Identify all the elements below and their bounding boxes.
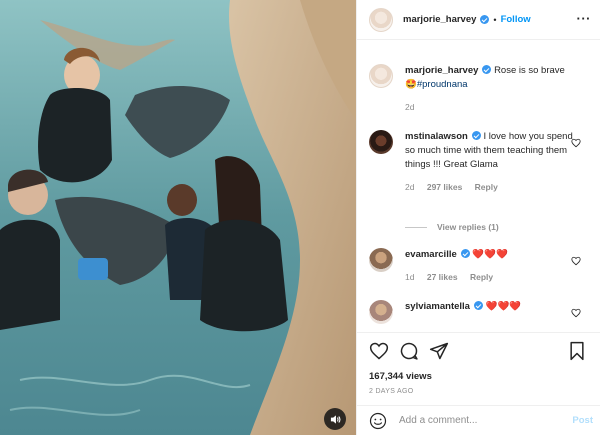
comment-meta: 1d 27 likes Reply xyxy=(405,270,575,284)
comment-input[interactable] xyxy=(399,415,559,426)
caption-username[interactable]: marjorie_harvey xyxy=(405,65,478,76)
avatar[interactable] xyxy=(369,248,393,272)
audio-toggle-button[interactable] xyxy=(324,408,346,430)
view-replies-button[interactable]: View replies (1) xyxy=(405,222,499,232)
emoji-smiley-icon[interactable] xyxy=(369,412,387,430)
video-frame-image xyxy=(0,0,356,435)
author-username[interactable]: marjorie_harvey xyxy=(403,14,476,25)
reply-button[interactable]: Reply xyxy=(475,182,498,192)
avatar[interactable] xyxy=(369,64,393,88)
hashtag-link[interactable]: #proudnana xyxy=(417,79,468,90)
verified-badge-icon xyxy=(482,65,492,74)
comment-username[interactable]: sylviamantella xyxy=(405,301,470,312)
action-bar: 167,344 views 2 DAYS AGO xyxy=(357,332,600,395)
verified-badge-icon xyxy=(471,131,481,140)
reply-button[interactable]: Reply xyxy=(470,272,493,282)
views-count[interactable]: 167,344 views xyxy=(369,371,589,382)
caption-text: Rose is so brave xyxy=(494,65,565,76)
replies-divider xyxy=(405,227,427,229)
comment-time[interactable]: 1d xyxy=(405,272,414,282)
separator-dot: • xyxy=(493,14,497,25)
post-side-panel: marjorie_harvey • Follow ··· marjorie_ha… xyxy=(356,0,600,435)
follow-button[interactable]: Follow xyxy=(501,14,531,25)
post-video[interactable] xyxy=(0,0,356,435)
verified-badge-icon xyxy=(473,301,483,310)
comment-bubble-icon[interactable] xyxy=(399,341,419,361)
more-dots-icon[interactable]: ··· xyxy=(577,12,592,26)
comments-list[interactable]: marjorie_harvey Rose is so brave 🤩#proud… xyxy=(357,40,600,330)
post-header: marjorie_harvey • Follow ··· xyxy=(357,0,600,40)
caption-meta: 2d xyxy=(405,100,575,114)
action-icons xyxy=(369,341,589,365)
comment-text: ❤️❤️❤️ xyxy=(472,249,508,260)
like-comment-heart-icon[interactable] xyxy=(571,138,581,148)
avatar[interactable] xyxy=(369,7,393,32)
like-comment-heart-icon[interactable] xyxy=(571,308,581,318)
comment-meta: 2d 297 likes Reply xyxy=(405,180,575,194)
view-replies-label: View replies (1) xyxy=(437,222,499,232)
verified-badge-icon xyxy=(480,15,490,24)
comment-body: sylviamantella ❤️❤️❤️ xyxy=(405,300,575,314)
comment-likes[interactable]: 297 likes xyxy=(427,182,462,192)
instagram-post: marjorie_harvey • Follow ··· marjorie_ha… xyxy=(0,0,600,435)
comment-body: mstinalawson I love how you spend so muc… xyxy=(405,130,575,194)
comment-composer: Post xyxy=(357,405,600,435)
like-heart-icon[interactable] xyxy=(369,341,389,361)
post-timestamp[interactable]: 2 DAYS AGO xyxy=(369,388,589,395)
like-comment-heart-icon[interactable] xyxy=(571,256,581,266)
share-paper-plane-icon[interactable] xyxy=(429,341,449,361)
verified-badge-icon xyxy=(460,249,470,258)
caption-emoji: 🤩 xyxy=(405,79,417,90)
comment-time[interactable]: 2d xyxy=(405,182,414,192)
comment-text: ❤️❤️❤️ xyxy=(485,301,522,312)
speaker-icon xyxy=(330,414,340,424)
comment-username[interactable]: mstinalawson xyxy=(405,131,468,142)
avatar[interactable] xyxy=(369,300,393,324)
caption-time[interactable]: 2d xyxy=(405,102,414,112)
save-bookmark-icon[interactable] xyxy=(567,341,587,361)
comment-likes[interactable]: 27 likes xyxy=(427,272,458,282)
comment-username[interactable]: evamarcille xyxy=(405,249,457,260)
comment-body: evamarcille ❤️❤️❤️ 1d 27 likes Reply xyxy=(405,248,575,284)
post-comment-button[interactable]: Post xyxy=(572,415,593,426)
avatar[interactable] xyxy=(369,130,393,154)
caption-body: marjorie_harvey Rose is so brave 🤩#proud… xyxy=(405,64,575,114)
